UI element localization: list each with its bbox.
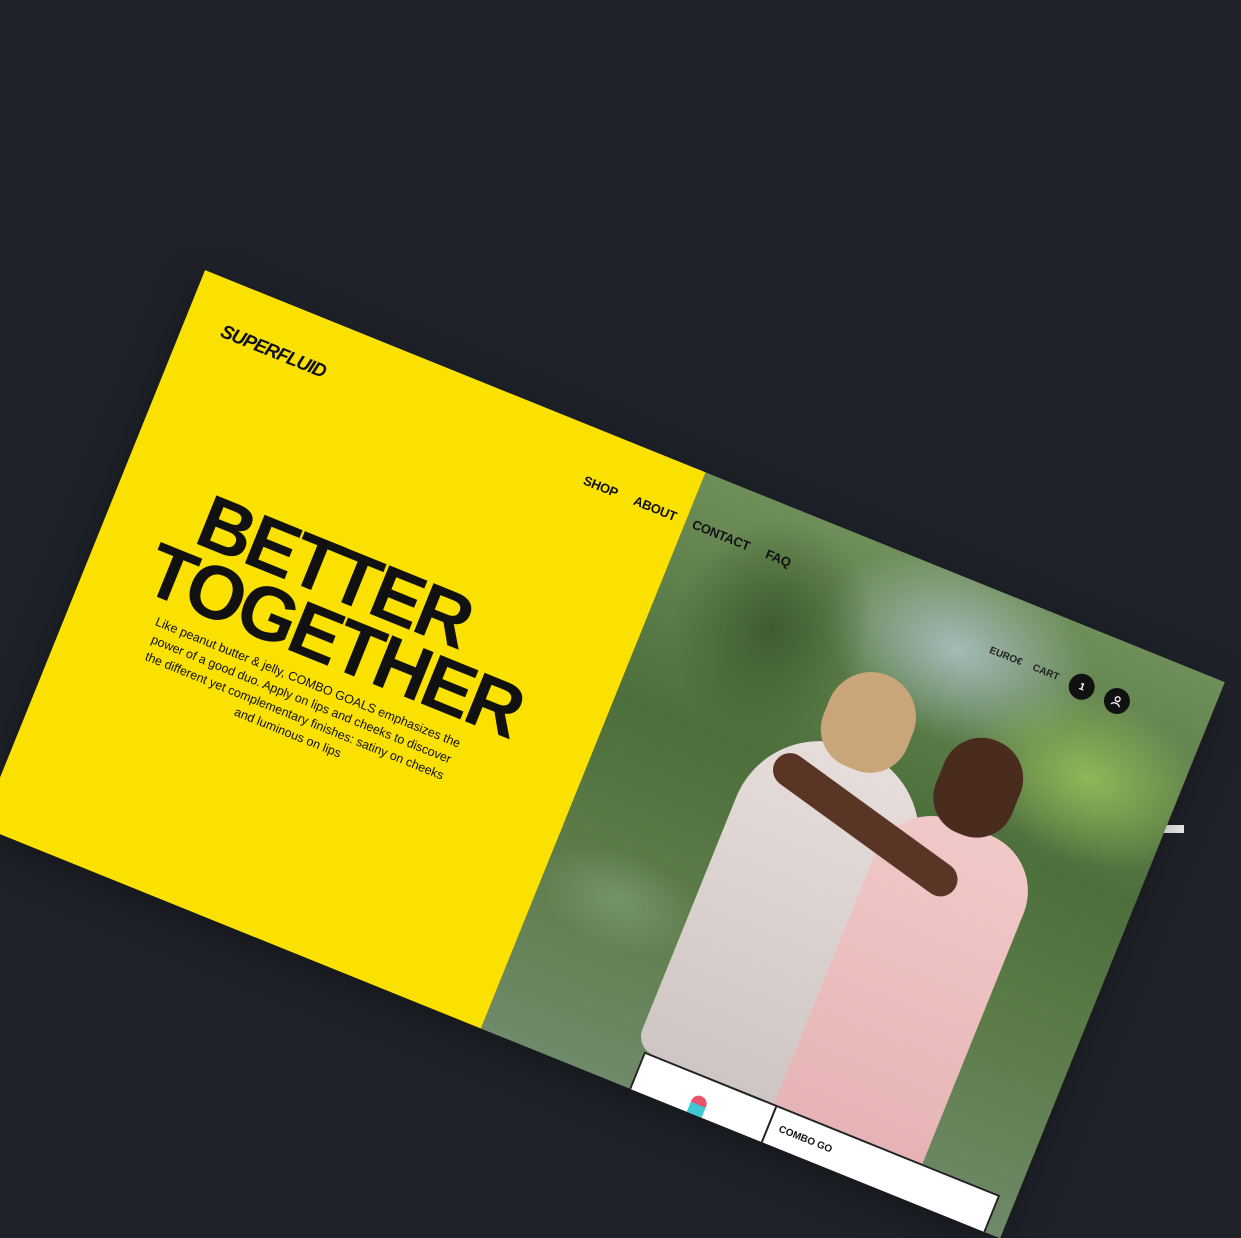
region-selector[interactable]: EURO€ (988, 645, 1024, 668)
website-mockup: SUPERFLUID SHOP ABOUT CONTACT FAQ EURO€ … (0, 270, 1225, 1238)
product-name[interactable]: COMBO GO (777, 1124, 834, 1155)
cart-link[interactable]: CART (1031, 662, 1061, 683)
lipstick-icon (677, 1093, 710, 1142)
